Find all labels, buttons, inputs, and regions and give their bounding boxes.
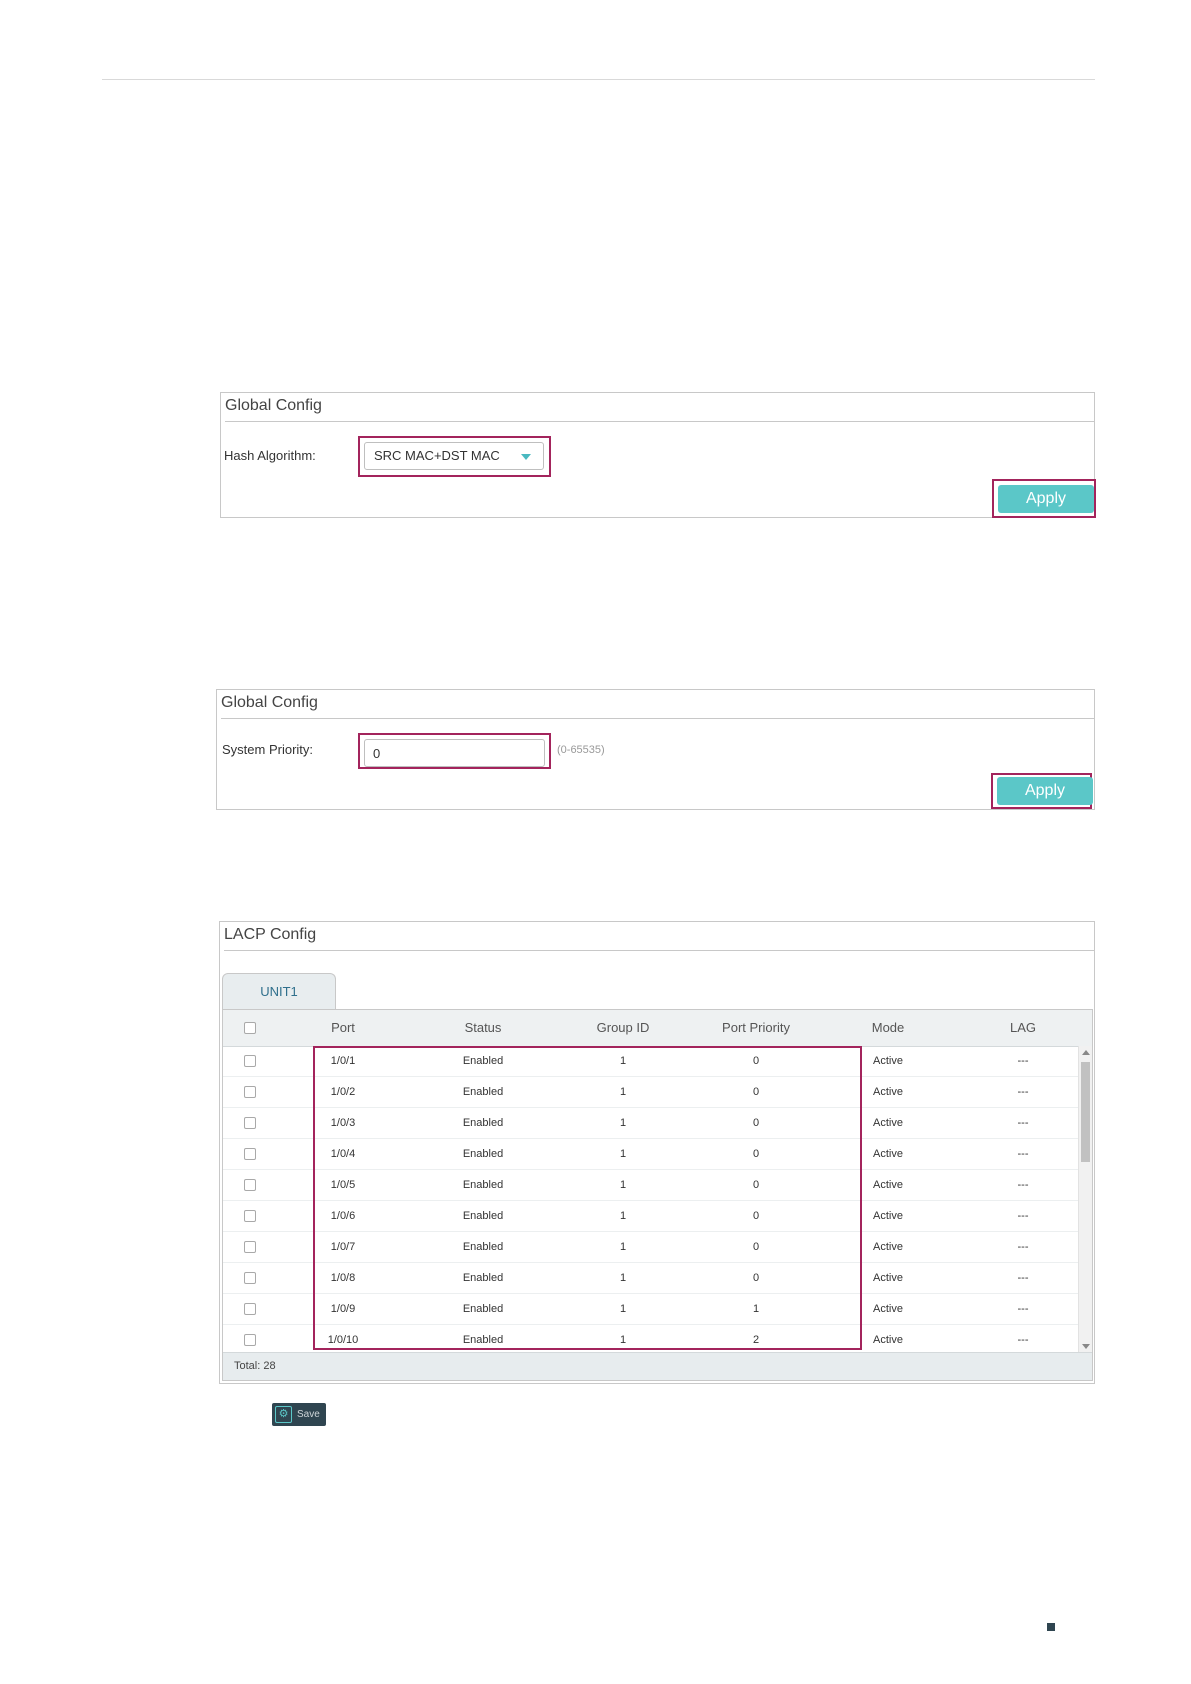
cell-lag: --- bbox=[1017, 1117, 1029, 1129]
apply-highlight: Apply bbox=[992, 479, 1096, 518]
hash-algorithm-highlight: SRC MAC+DST MAC bbox=[358, 436, 551, 477]
priority-config-panel: Global Config System Priority: (0-65535)… bbox=[216, 689, 1095, 810]
row-checkbox[interactable] bbox=[244, 1117, 256, 1129]
table-columns-highlight bbox=[313, 1046, 862, 1350]
apply-button[interactable]: Apply bbox=[997, 777, 1093, 805]
cell-lag: --- bbox=[1017, 1086, 1029, 1098]
row-checkbox[interactable] bbox=[244, 1272, 256, 1284]
system-priority-input[interactable] bbox=[364, 739, 545, 767]
row-checkbox[interactable] bbox=[244, 1055, 256, 1067]
hash-algorithm-label: Hash Algorithm: bbox=[224, 448, 316, 463]
save-settings-icon: ⚙ bbox=[275, 1406, 292, 1423]
table-scrollbar[interactable] bbox=[1078, 1046, 1092, 1353]
row-checkbox[interactable] bbox=[244, 1086, 256, 1098]
column-header-port: Port bbox=[331, 1020, 355, 1035]
row-checkbox[interactable] bbox=[244, 1210, 256, 1222]
cell-lag: --- bbox=[1017, 1148, 1029, 1160]
column-header-status: Status bbox=[464, 1020, 502, 1035]
hash-config-panel: Global Config Hash Algorithm: SRC MAC+DS… bbox=[220, 392, 1096, 518]
scroll-thumb[interactable] bbox=[1081, 1062, 1090, 1162]
apply-button[interactable]: Apply bbox=[998, 485, 1094, 513]
save-label: Save bbox=[297, 1409, 320, 1420]
system-priority-label: System Priority: bbox=[222, 742, 314, 757]
cell-lag: --- bbox=[1017, 1303, 1029, 1315]
hash-algorithm-value: SRC MAC+DST MAC bbox=[374, 448, 500, 463]
page-top-rule bbox=[102, 79, 1095, 80]
select-all-checkbox[interactable] bbox=[244, 1022, 256, 1034]
chevron-down-icon bbox=[521, 454, 531, 460]
table-header: Port Status Group ID Port Priority Mode … bbox=[223, 1010, 1092, 1047]
lacp-table: Port Status Group ID Port Priority Mode … bbox=[222, 1009, 1093, 1381]
column-header-port-priority: Port Priority bbox=[722, 1020, 790, 1035]
cell-lag: --- bbox=[1017, 1179, 1029, 1191]
system-priority-highlight bbox=[358, 733, 551, 769]
hash-algorithm-select[interactable]: SRC MAC+DST MAC bbox=[364, 442, 544, 470]
panel-title: Global Config bbox=[221, 692, 1094, 719]
column-header-lag: LAG bbox=[1009, 1020, 1036, 1035]
panel-title: LACP Config bbox=[224, 924, 1094, 951]
table-total: Total: 28 bbox=[223, 1352, 1092, 1380]
scroll-up-icon[interactable] bbox=[1082, 1050, 1090, 1055]
cell-lag: --- bbox=[1017, 1272, 1029, 1284]
row-checkbox[interactable] bbox=[244, 1148, 256, 1160]
row-checkbox[interactable] bbox=[244, 1303, 256, 1315]
page-marker bbox=[1047, 1623, 1055, 1631]
tab-unit1[interactable]: UNIT1 bbox=[222, 973, 336, 1010]
row-checkbox[interactable] bbox=[244, 1334, 256, 1346]
cell-lag: --- bbox=[1017, 1241, 1029, 1253]
cell-lag: --- bbox=[1017, 1055, 1029, 1067]
row-checkbox[interactable] bbox=[244, 1241, 256, 1253]
apply-highlight: Apply bbox=[991, 773, 1093, 809]
system-priority-range-hint: (0-65535) bbox=[557, 744, 605, 756]
row-checkbox[interactable] bbox=[244, 1179, 256, 1191]
save-button[interactable]: ⚙ Save bbox=[272, 1403, 326, 1426]
cell-lag: --- bbox=[1017, 1334, 1029, 1346]
scroll-down-icon[interactable] bbox=[1082, 1344, 1090, 1349]
cell-lag: --- bbox=[1017, 1210, 1029, 1222]
column-header-group-id: Group ID bbox=[596, 1020, 650, 1035]
panel-title: Global Config bbox=[225, 395, 1094, 422]
column-header-mode: Mode bbox=[871, 1020, 905, 1035]
